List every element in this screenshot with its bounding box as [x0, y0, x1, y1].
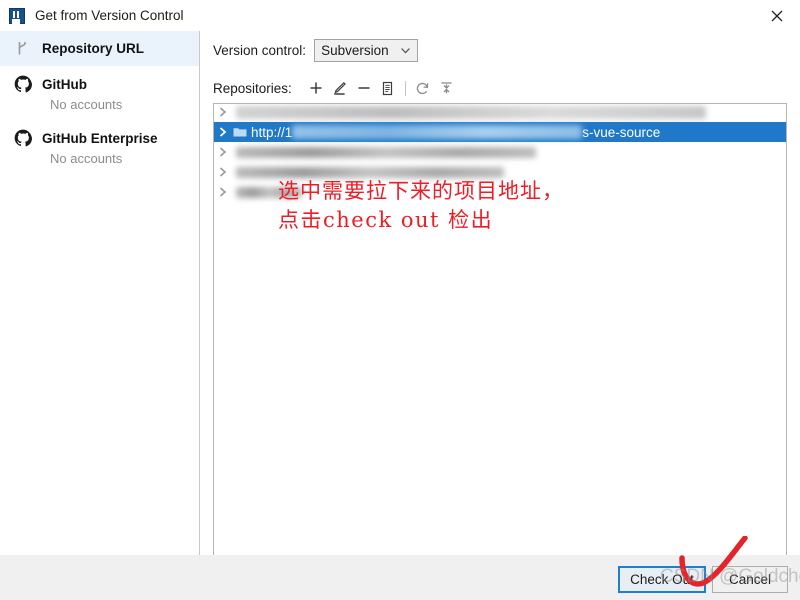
minus-icon — [358, 87, 370, 89]
main-panel: Version control: Subversion Repositories… — [200, 31, 800, 558]
chevron-right-icon — [219, 187, 227, 197]
plus-icon — [310, 82, 322, 94]
sidebar-item-sublabel: No accounts — [50, 97, 123, 112]
close-icon — [771, 10, 783, 21]
sidebar-item-sublabel: No accounts — [50, 151, 123, 166]
expand-arrow-icon[interactable] — [214, 182, 232, 202]
folder-icon — [232, 122, 248, 142]
copy-repository-button[interactable] — [376, 77, 400, 99]
table-row[interactable]: http://1 s-vue-source — [214, 122, 786, 142]
sidebar-item-github[interactable]: GitHub No accounts — [0, 66, 199, 120]
redacted-repository-url — [236, 186, 302, 198]
version-control-label: Version control: — [213, 43, 307, 58]
chevron-down-icon — [401, 48, 410, 54]
github-icon — [14, 75, 32, 93]
edit-repository-button[interactable] — [328, 77, 352, 99]
version-control-row: Version control: Subversion — [213, 39, 419, 62]
collapse-all-button[interactable] — [435, 77, 459, 99]
github-icon — [14, 129, 32, 147]
sidebar-item-github-enterprise[interactable]: GitHub Enterprise No accounts — [0, 120, 199, 174]
table-row[interactable] — [214, 182, 786, 202]
repository-url-suffix: s-vue-source — [582, 124, 661, 140]
window-title: Get from Version Control — [35, 8, 184, 23]
version-control-select[interactable]: Subversion — [314, 39, 419, 62]
refresh-button[interactable] — [411, 77, 435, 99]
expand-arrow-icon[interactable] — [214, 122, 232, 142]
expand-arrow-icon[interactable] — [214, 142, 232, 162]
repository-url-prefix: http://1 — [251, 124, 293, 140]
check-out-button[interactable]: Check Out — [618, 566, 706, 593]
expand-arrow-icon[interactable] — [214, 104, 232, 122]
pencil-icon — [334, 81, 347, 95]
table-row[interactable] — [214, 162, 786, 182]
chevron-right-icon — [219, 127, 227, 137]
redacted-repository-url — [236, 105, 706, 119]
sidebar-item-repository-url[interactable]: Repository URL — [0, 31, 199, 66]
redacted-repository-url — [236, 146, 536, 158]
chevron-right-icon — [219, 167, 227, 177]
sidebar-item-label: Repository URL — [42, 41, 145, 56]
add-repository-button[interactable] — [304, 77, 328, 99]
sidebar-item-label: GitHub — [42, 76, 87, 92]
cancel-button[interactable]: Cancel — [712, 566, 788, 593]
close-button[interactable] — [754, 0, 800, 31]
chevron-right-icon — [219, 147, 227, 157]
collapse-all-icon — [441, 81, 452, 93]
repositories-toolbar: Repositories: — [213, 77, 459, 99]
chevron-right-icon — [219, 107, 227, 117]
table-row[interactable] — [214, 142, 786, 162]
vcs-branch-icon — [18, 41, 26, 54]
version-control-value: Subversion — [321, 43, 389, 58]
repositories-list[interactable]: http://1 s-vue-source — [213, 103, 787, 558]
intellij-idea-icon — [9, 7, 25, 24]
redacted-repository-url — [236, 166, 504, 178]
repositories-label: Repositories: — [213, 80, 292, 96]
table-row[interactable] — [214, 104, 786, 122]
expand-arrow-icon[interactable] — [214, 162, 232, 182]
copy-icon — [383, 81, 393, 95]
remove-repository-button[interactable] — [352, 77, 376, 99]
refresh-icon — [417, 82, 429, 94]
redacted-repository-url — [292, 125, 583, 139]
toolbar-separator — [404, 80, 406, 96]
sidebar-item-label: GitHub Enterprise — [42, 130, 158, 146]
sidebar: Repository URL GitHub No accounts GitHub… — [0, 31, 200, 555]
title-bar: Get from Version Control — [0, 0, 800, 32]
